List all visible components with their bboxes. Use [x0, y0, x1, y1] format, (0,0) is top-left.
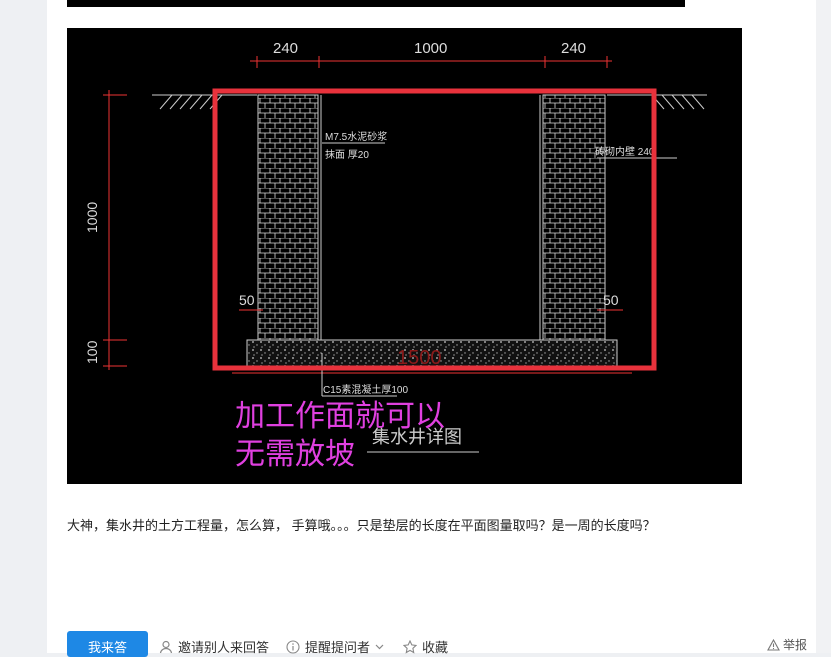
left-dimension-line [103, 90, 127, 370]
remind-asker-link[interactable]: 提醒提问者 [286, 637, 384, 656]
scrollbar[interactable] [816, 0, 831, 653]
annotation-line-1: 加工作面就可以 [235, 400, 445, 433]
dim-50-right: 50 [603, 292, 619, 308]
invite-label: 邀请别人来回答 [178, 640, 270, 655]
dim-left-height: 1000 [84, 202, 100, 233]
report-label: 举报 [782, 638, 807, 652]
dim-top-mid: 1000 [414, 40, 447, 57]
person-icon [159, 640, 173, 653]
dim-50-left: 50 [239, 292, 255, 308]
info-icon [286, 639, 300, 654]
ground-line [152, 94, 707, 110]
remind-label: 提醒提问者 [305, 640, 371, 655]
favorite-label: 收藏 [422, 640, 449, 655]
right-brick-wall [542, 94, 606, 341]
cad-drawing-image[interactable]: 240 1000 240 1000 100 1500 M7.5水泥砂浆 抹面 厚… [67, 28, 742, 484]
note-wall: 砖砌内壁 240 [595, 145, 655, 158]
answer-toolbar: 我来答 邀请别人来回答 提醒提问者 收藏 举报 [67, 631, 807, 657]
previous-image [67, 0, 685, 7]
chevron-down-icon [375, 644, 384, 650]
top-dimension-line [250, 56, 612, 68]
dim-top-left: 240 [273, 40, 298, 57]
annotation-line-2: 无需放坡 [235, 438, 355, 471]
warning-icon [767, 638, 780, 651]
invite-answer-link[interactable]: 邀请别人来回答 [159, 637, 269, 656]
note-mortar-1: M7.5水泥砂浆 [325, 130, 387, 143]
note-concrete: C15素混凝土厚100 [323, 383, 408, 396]
note-mortar-2: 抹面 厚20 [325, 148, 369, 161]
left-brick-wall [257, 94, 319, 341]
dim-top-right: 240 [561, 40, 586, 57]
question-text: 大神，集水井的土方工程量，怎么算， 手算哦。。。只是垫层的长度在平面图量取吗？是… [67, 518, 656, 533]
answer-button[interactable]: 我来答 [67, 631, 148, 657]
dim-left-base: 100 [84, 340, 100, 364]
star-icon [403, 639, 417, 654]
favorite-link[interactable]: 收藏 [403, 637, 448, 656]
report-link[interactable]: 举报 [767, 636, 807, 653]
